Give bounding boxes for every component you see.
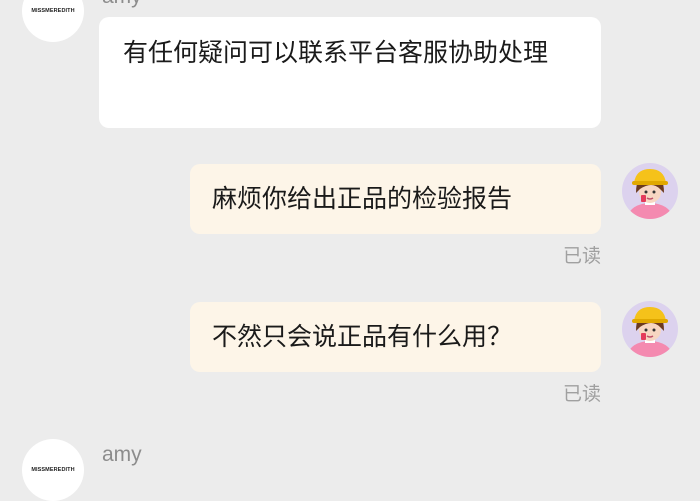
outgoing-message-bubble[interactable]: 麻烦你给出正品的检验报告 [190,164,601,234]
sender-name: amy [102,0,142,7]
sender-avatar[interactable]: MISSMEREDITH [22,0,84,42]
user-avatar[interactable] [622,301,678,357]
read-status: 已读 [562,383,601,405]
cartoon-user-avatar-icon [622,163,678,219]
incoming-message-bubble[interactable]: 有任何疑问可以联系平台客服协助处理 [99,17,601,128]
cartoon-user-avatar-icon [622,301,678,357]
outgoing-message-bubble[interactable]: 不然只会说正品有什么用？ [190,302,601,372]
message-text: 麻烦你给出正品的检验报告 [212,184,513,213]
user-avatar[interactable] [622,163,678,219]
message-text: 有任何疑问可以联系平台客服协助处理 [123,38,549,67]
avatar-brand-text: MISSMEREDITH [31,467,75,473]
sender-avatar[interactable]: MISSMEREDITH [22,439,84,501]
avatar-brand-text: MISSMEREDITH [31,8,75,14]
sender-name: amy [102,443,142,466]
message-text: 不然只会说正品有什么用？ [212,322,513,351]
read-status: 已读 [562,245,601,267]
